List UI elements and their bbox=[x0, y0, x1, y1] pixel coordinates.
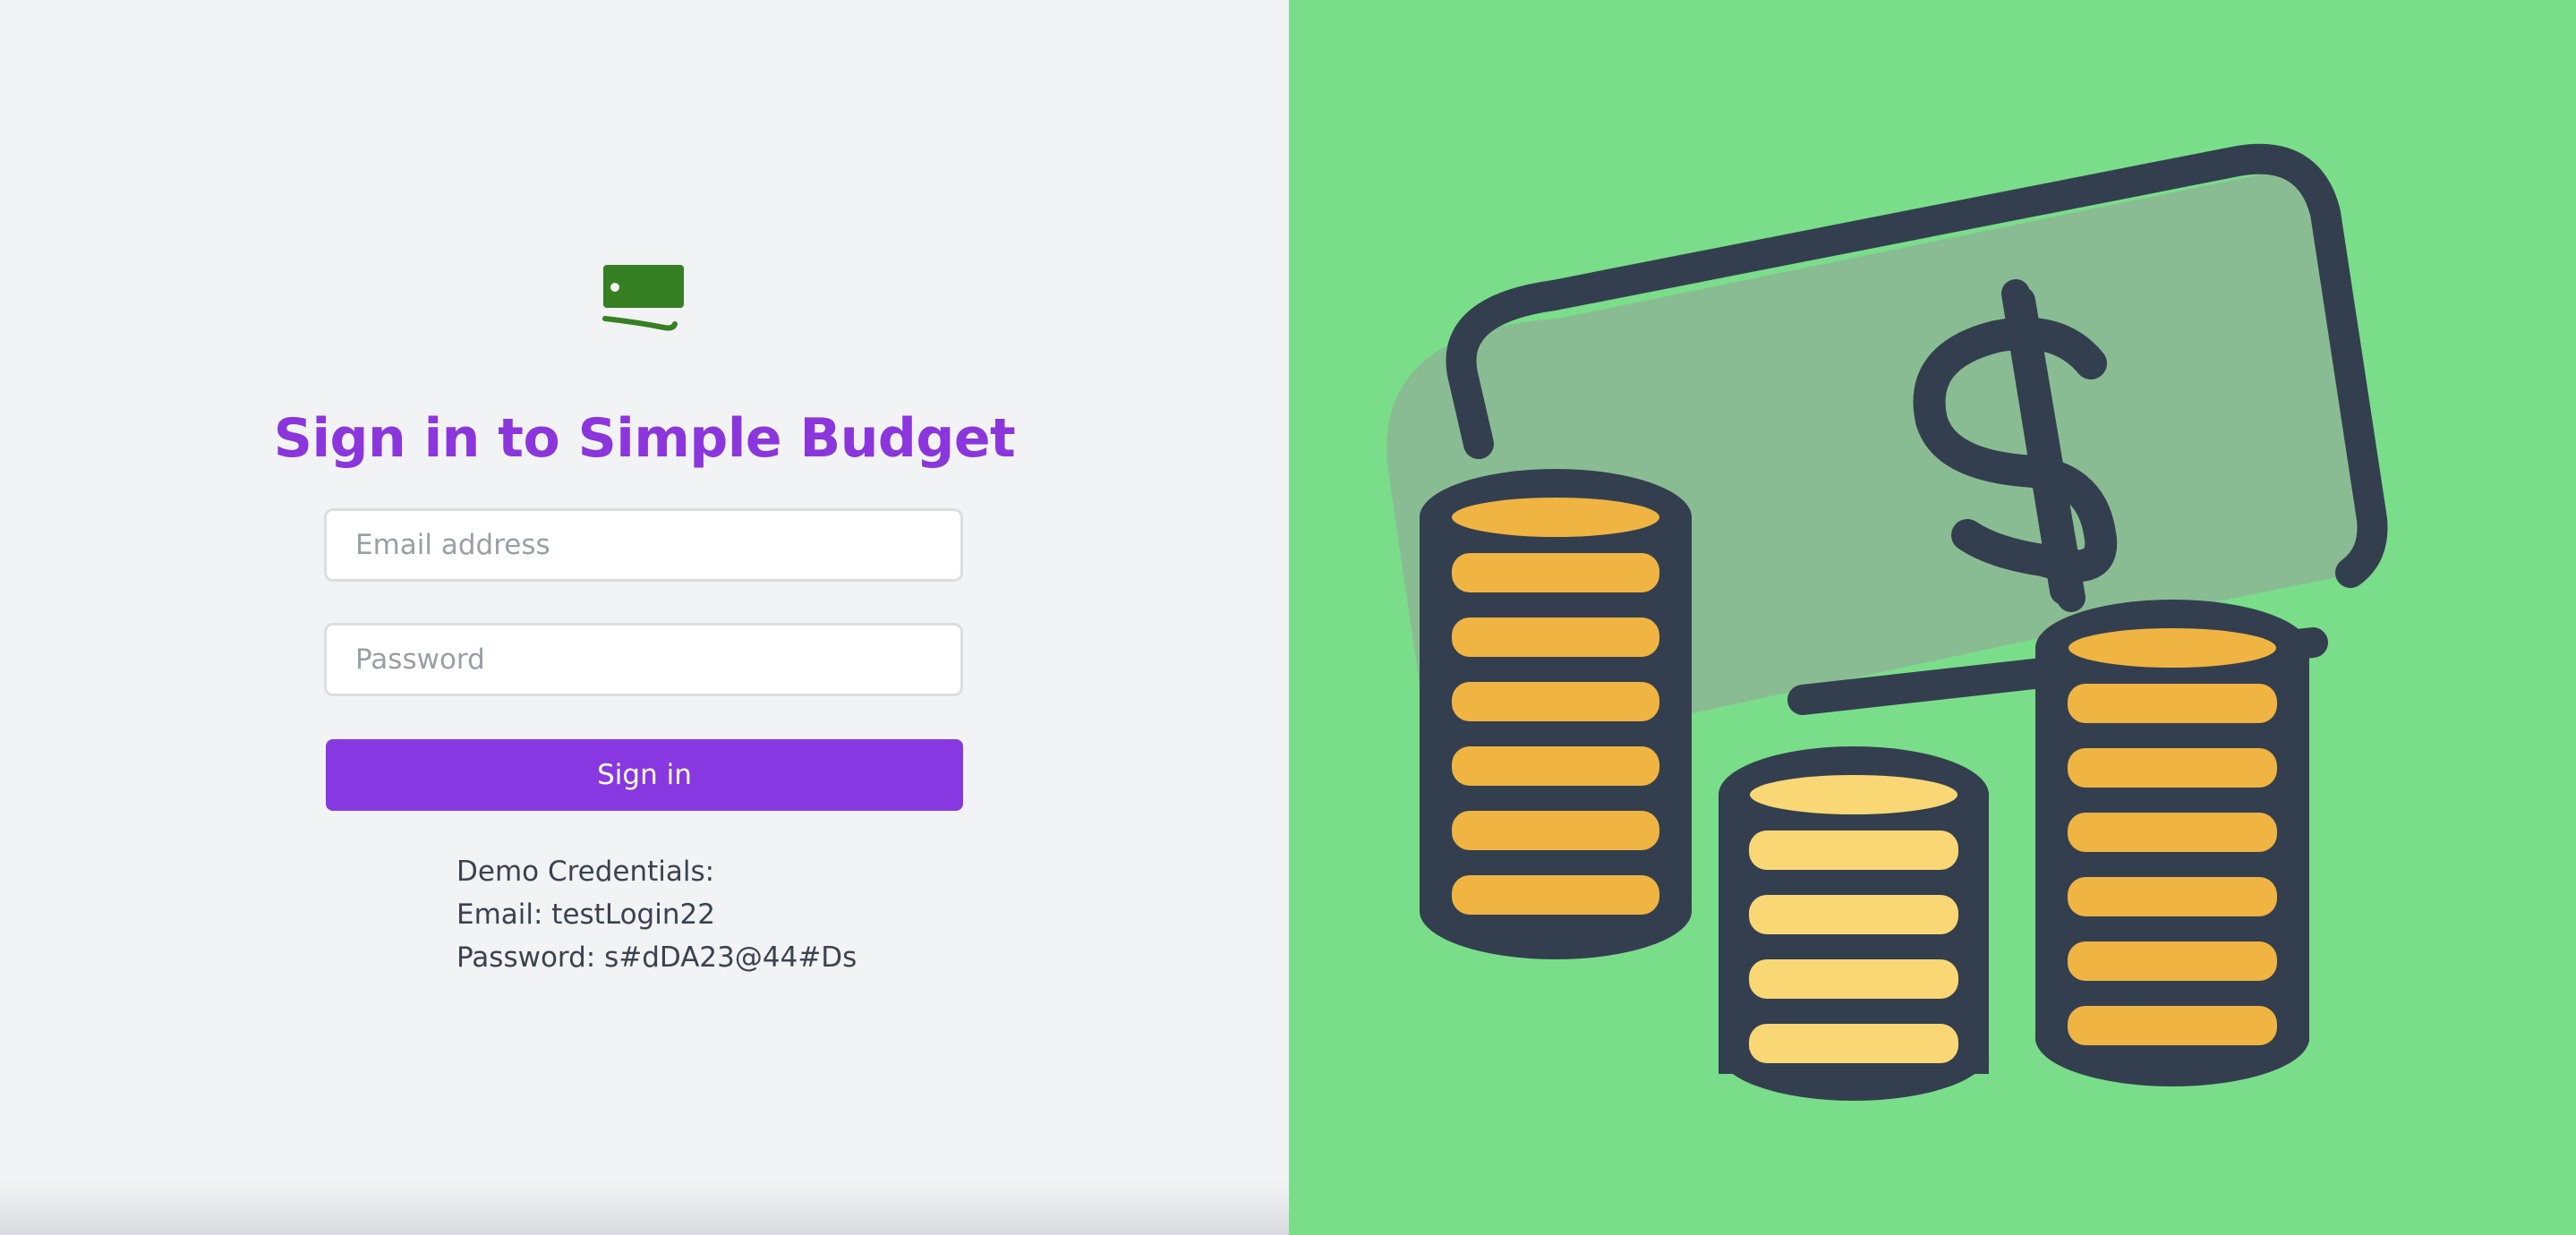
illustration-panel bbox=[1289, 0, 2576, 1235]
sign-in-page: Sign in to Simple Budget Sign in Demo Cr… bbox=[0, 0, 2576, 1235]
coin-stack-right bbox=[2035, 600, 2309, 1086]
demo-password-line: Password: s#dDA23@44#Ds bbox=[456, 941, 857, 974]
bottom-shadow bbox=[0, 1181, 1289, 1235]
demo-email-line: Email: testLogin22 bbox=[456, 899, 715, 931]
money-bill-icon bbox=[602, 265, 684, 331]
demo-credentials: Demo Credentials: Email: testLogin22 Pas… bbox=[456, 850, 857, 979]
coin-stack-middle bbox=[1719, 746, 1989, 1101]
demo-credentials-heading: Demo Credentials: bbox=[456, 856, 715, 888]
sign-in-button[interactable]: Sign in bbox=[326, 739, 963, 811]
coin-stack-left bbox=[1420, 469, 1692, 959]
password-field[interactable] bbox=[324, 623, 963, 696]
money-and-coins-icon bbox=[1386, 143, 2388, 1101]
sign-in-panel: Sign in to Simple Budget Sign in Demo Cr… bbox=[0, 0, 1289, 1235]
email-field[interactable] bbox=[324, 508, 963, 582]
page-title: Sign in to Simple Budget bbox=[273, 407, 1016, 470]
